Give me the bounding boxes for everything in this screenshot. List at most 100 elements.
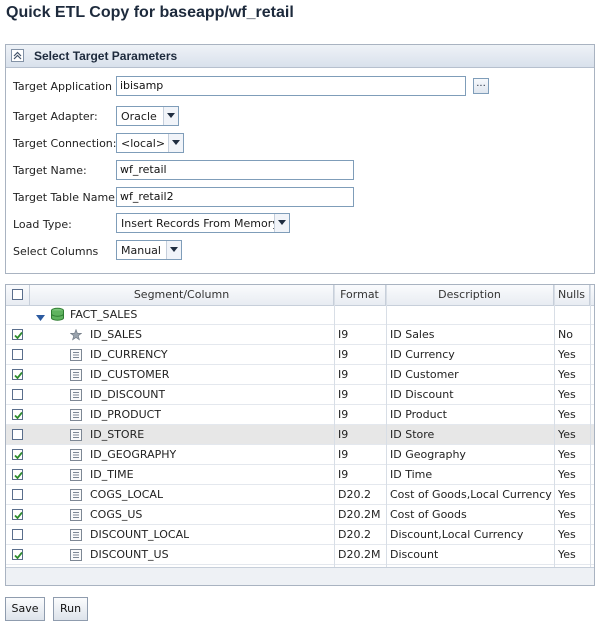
chevron-down-icon [163, 107, 178, 125]
target-adapter-label: Target Adapter: [13, 110, 98, 123]
column-divider [590, 285, 591, 567]
column-nulls: No [558, 328, 573, 341]
row-checkbox[interactable] [12, 509, 23, 520]
row-checkbox[interactable] [12, 489, 23, 500]
row-checkbox[interactable] [12, 329, 23, 340]
target-connection-select[interactable]: <local> [116, 133, 184, 153]
row-checkbox[interactable] [12, 529, 23, 540]
column-name: DISCOUNT_LOCAL [90, 528, 190, 541]
load-type-label: Load Type: [13, 218, 72, 231]
table-row[interactable]: ID_PRODUCT I9 ID Product Yes [6, 405, 594, 425]
horizontal-scrollbar[interactable] [6, 567, 594, 585]
column-nulls: Yes [558, 428, 576, 441]
table-row[interactable]: ID_TIME I9 ID Time Yes [6, 465, 594, 485]
target-application-input[interactable]: ibisamp [116, 76, 466, 96]
description-header[interactable]: Description [386, 285, 554, 305]
collapse-icon[interactable] [11, 49, 24, 62]
column-nulls: Yes [558, 448, 576, 461]
row-checkbox[interactable] [12, 409, 23, 420]
column-description: ID Geography [390, 448, 466, 461]
column-format: I9 [338, 388, 349, 401]
select-all-cell [6, 285, 30, 305]
column-description: Discount,Local Currency [390, 528, 524, 541]
column-name: ID_PRODUCT [90, 408, 162, 421]
target-connection-value: <local> [121, 137, 166, 150]
save-button[interactable]: Save [5, 597, 45, 621]
column-icon [70, 509, 82, 521]
target-name-label: Target Name: [13, 164, 87, 177]
table-row[interactable]: ID_STORE I9 ID Store Yes [6, 425, 594, 445]
column-name: ID_CUSTOMER [90, 368, 170, 381]
table-row[interactable]: COGS_LOCAL D20.2 Cost of Goods,Local Curre… [6, 485, 594, 505]
expand-arrow-icon[interactable] [36, 311, 45, 324]
column-description: ID Time [390, 468, 433, 481]
panel-title: Select Target Parameters [34, 49, 178, 63]
browse-button[interactable]: ... [473, 78, 489, 94]
column-divider [386, 285, 387, 567]
load-type-select[interactable]: Insert Records From Memory [116, 213, 290, 233]
table-row[interactable]: ID_CUSTOMER I9 ID Customer Yes [6, 365, 594, 385]
column-icon [70, 469, 82, 481]
column-description: ID Store [390, 428, 435, 441]
column-format: I9 [338, 428, 349, 441]
row-checkbox[interactable] [12, 449, 23, 460]
column-name: ID_CURRENCY [90, 348, 168, 361]
column-icon [70, 389, 82, 401]
table-row[interactable]: ID_DISCOUNT I9 ID Discount Yes [6, 385, 594, 405]
column-nulls: Yes [558, 368, 576, 381]
column-icon [70, 549, 82, 561]
table-row[interactable]: DISCOUNT_LOCAL D20.2 Discount,Local Curren… [6, 525, 594, 545]
table-stack-icon [50, 307, 65, 325]
column-format: D20.2 [338, 528, 371, 541]
table-row[interactable]: COGS_US D20.2M Cost of Goods Yes [6, 505, 594, 525]
select-columns-select[interactable]: Manual [116, 240, 182, 260]
chevron-down-icon [166, 241, 181, 259]
column-nulls: Yes [558, 488, 576, 501]
column-name: ID_DISCOUNT [90, 388, 166, 401]
target-name-input[interactable]: wf_retail [116, 160, 354, 180]
column-nulls: Yes [558, 388, 576, 401]
column-icon [70, 529, 82, 541]
target-table-name-input[interactable]: wf_retail2 [116, 187, 354, 207]
row-checkbox[interactable] [12, 369, 23, 380]
column-format: D20.2M [338, 508, 381, 521]
row-checkbox[interactable] [12, 389, 23, 400]
row-checkbox[interactable] [12, 469, 23, 480]
target-table-name-label: Target Table Name: [13, 191, 119, 204]
column-format: I9 [338, 348, 349, 361]
column-description: Cost of Goods [390, 508, 467, 521]
column-name: COGS_US [90, 508, 143, 521]
select-all-checkbox[interactable] [12, 289, 23, 300]
column-format: I9 [338, 468, 349, 481]
table-row[interactable]: ID_GEOGRAPHY I9 ID Geography Yes [6, 445, 594, 465]
column-format: I9 [338, 328, 349, 341]
column-nulls: Yes [558, 348, 576, 361]
column-name: DISCOUNT_US [90, 548, 169, 561]
column-nulls: Yes [558, 468, 576, 481]
format-header[interactable]: Format [334, 285, 386, 305]
segment-column-header[interactable]: Segment/Column [30, 285, 334, 305]
row-checkbox[interactable] [12, 349, 23, 360]
column-icon [70, 429, 82, 441]
run-button[interactable]: Run [53, 597, 88, 621]
column-format: I9 [338, 408, 349, 421]
target-adapter-value: Oracle [121, 110, 157, 123]
table-row[interactable]: DISCOUNT_US D20.2M Discount Yes [6, 545, 594, 565]
table-row[interactable]: ID_CURRENCY I9 ID Currency Yes [6, 345, 594, 365]
column-description: ID Discount [390, 388, 454, 401]
target-adapter-select[interactable]: Oracle [116, 106, 179, 126]
nulls-header[interactable]: Nulls [554, 285, 590, 305]
key-column-icon [69, 328, 83, 341]
row-checkbox[interactable] [12, 549, 23, 560]
column-nulls: Yes [558, 408, 576, 421]
table-row[interactable]: ID_SALES I9 ID Sales No [6, 325, 594, 345]
column-format: I9 [338, 448, 349, 461]
column-description: ID Customer [390, 368, 459, 381]
column-nulls: Yes [558, 528, 576, 541]
column-name: ID_STORE [90, 428, 145, 441]
row-checkbox[interactable] [12, 429, 23, 440]
column-divider [334, 285, 335, 567]
segment-row[interactable]: FACT_SALES [6, 305, 594, 325]
column-nulls: Yes [558, 548, 576, 561]
select-columns-value: Manual [121, 244, 161, 257]
